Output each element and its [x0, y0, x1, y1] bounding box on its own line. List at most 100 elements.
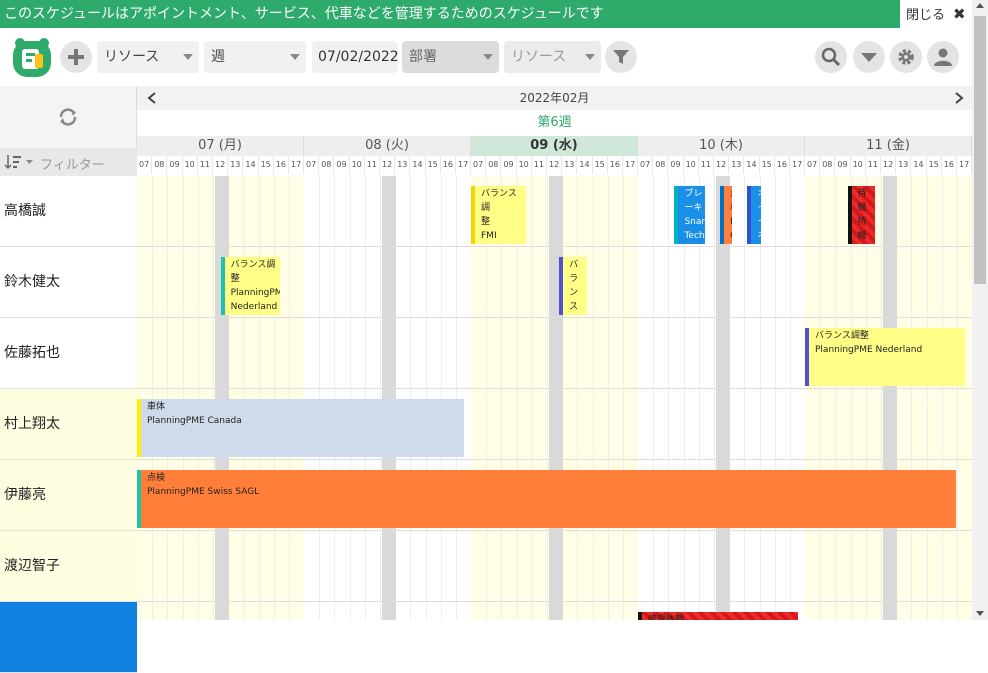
schedule-event[interactable]: バランス調整 PlanningPME Nederland [220, 257, 280, 315]
break-column [214, 176, 229, 620]
week-header: 第6週 [137, 112, 972, 134]
hour-label: 08 [820, 156, 836, 174]
hour-label: 10 [683, 156, 699, 174]
day-header[interactable]: 10 (木) [638, 136, 805, 156]
resource-row[interactable]: 佐藤拓也 [0, 318, 137, 389]
break-column [381, 176, 396, 620]
hour-label: 16 [607, 156, 623, 174]
hour-label: 14 [744, 156, 760, 174]
hour-label: 15 [425, 156, 441, 174]
resource-filter-select[interactable]: リソース [504, 41, 601, 73]
hour-label: 11 [865, 156, 881, 174]
event-text: ー [757, 215, 761, 229]
hour-gridline [941, 176, 943, 620]
hour-label: 16 [273, 156, 289, 174]
filter-button[interactable] [605, 41, 637, 73]
chevron-right-icon[interactable] [954, 92, 964, 104]
user-button[interactable] [927, 41, 959, 73]
resource-row[interactable]: 伊藤亮 [0, 460, 137, 531]
chevron-down-icon [483, 54, 493, 60]
hour-gridline [531, 176, 533, 620]
department-select[interactable]: 部署 [402, 41, 499, 73]
settings-button[interactable] [890, 41, 922, 73]
hour-label: 09 [334, 156, 350, 174]
schedule-event[interactable]: バランス調整Ment [559, 257, 587, 315]
info-banner: このスケジュールはアポイントメント、サービス、代車などを管理するためのスケジュー… [0, 0, 900, 28]
close-icon: ✖ [953, 5, 966, 23]
hour-gridline [349, 176, 351, 620]
event-text: PlanningPME Nederland [815, 345, 923, 355]
event-text: ーキ [684, 203, 703, 213]
resource-select[interactable]: リソース [97, 41, 199, 73]
refresh-button[interactable] [0, 86, 137, 148]
event-text: バランス調 [481, 189, 517, 213]
close-banner-button[interactable]: 閉じる ✖ [900, 0, 972, 28]
hour-label: 16 [440, 156, 456, 174]
event-text: Techn [684, 231, 705, 241]
day-header[interactable]: 09 (水) [471, 136, 638, 156]
event-text: FMI [481, 231, 497, 241]
row-divider [137, 388, 972, 389]
vertical-scrollbar[interactable] [972, 0, 988, 620]
event-text: イ [757, 201, 761, 215]
schedule-event[interactable]: バランス調整 FMI [471, 186, 526, 244]
dropdown-button[interactable] [853, 41, 885, 73]
search-button[interactable] [815, 41, 847, 73]
add-button[interactable] [60, 41, 92, 73]
resource-row[interactable]: 渡辺智子 [0, 531, 137, 602]
hour-label: 12 [714, 156, 730, 174]
hour-label: 08 [653, 156, 669, 174]
scroll-down-icon[interactable] [976, 611, 984, 616]
hour-label: 16 [941, 156, 957, 174]
hour-label: 09 [668, 156, 684, 174]
hour-gridline [926, 176, 928, 620]
hour-gridline [957, 176, 958, 620]
hour-label: 17 [957, 156, 972, 174]
hour-gridline [440, 176, 442, 620]
day-header[interactable]: 11 (金) [805, 136, 972, 156]
hour-gridline [410, 176, 412, 620]
hour-gridline [623, 176, 624, 620]
schedule-event[interactable]: オイーネ [747, 186, 762, 244]
schedule-event[interactable]: 待機 待機 [847, 186, 875, 244]
chevron-down-icon [861, 53, 877, 62]
hour-gridline [607, 176, 609, 620]
hour-label: 10 [182, 156, 198, 174]
event-text: バラ [569, 260, 579, 284]
filter-placeholder: フィルター [40, 158, 105, 173]
user-icon [934, 48, 952, 66]
schedule-event[interactable]: バランス調整 PlanningPME Nederland [805, 328, 965, 386]
event-text: 整 [481, 217, 491, 227]
date-picker[interactable]: 07/02/2022 [312, 41, 399, 73]
resource-row[interactable]: 高橋誠 [0, 176, 137, 247]
schedule-event[interactable]: 修理依頼 [638, 612, 798, 620]
schedule-event[interactable]: 点検PlCa [720, 186, 733, 244]
hour-label: 12 [213, 156, 229, 174]
row-divider [137, 317, 972, 318]
resource-row[interactable] [0, 602, 137, 673]
event-text: バランス調整 [815, 331, 869, 341]
hour-gridline [577, 176, 579, 620]
resource-filter[interactable]: フィルター [0, 148, 137, 176]
schedule-event[interactable]: 点検 PlanningPME Swiss SAGL [137, 470, 957, 528]
hour-label: 17 [456, 156, 472, 174]
gear-icon [898, 49, 914, 65]
hour-label: 15 [258, 156, 274, 174]
sort-icon[interactable] [4, 154, 34, 170]
hour-label: 14 [911, 156, 927, 174]
scroll-thumb[interactable] [974, 16, 986, 284]
hour-gridline [820, 176, 822, 620]
hour-label: 07 [471, 156, 487, 174]
hour-label: 09 [501, 156, 517, 174]
day-header[interactable]: 07 (月) [137, 136, 304, 156]
resource-row[interactable]: 村上翔太 [0, 389, 137, 460]
hour-label: 13 [729, 156, 745, 174]
schedule-event[interactable]: ブレーキ Snarr Techn [674, 186, 705, 244]
resource-row[interactable]: 鈴木健太 [0, 247, 137, 318]
chevron-left-icon[interactable] [147, 92, 157, 104]
day-header[interactable]: 08 (火) [304, 136, 471, 156]
scroll-up-icon[interactable] [976, 3, 984, 8]
hour-gridline [668, 176, 670, 620]
view-select[interactable]: 週 [204, 41, 306, 73]
schedule-event[interactable]: 車体 PlanningPME Canada [137, 399, 464, 457]
